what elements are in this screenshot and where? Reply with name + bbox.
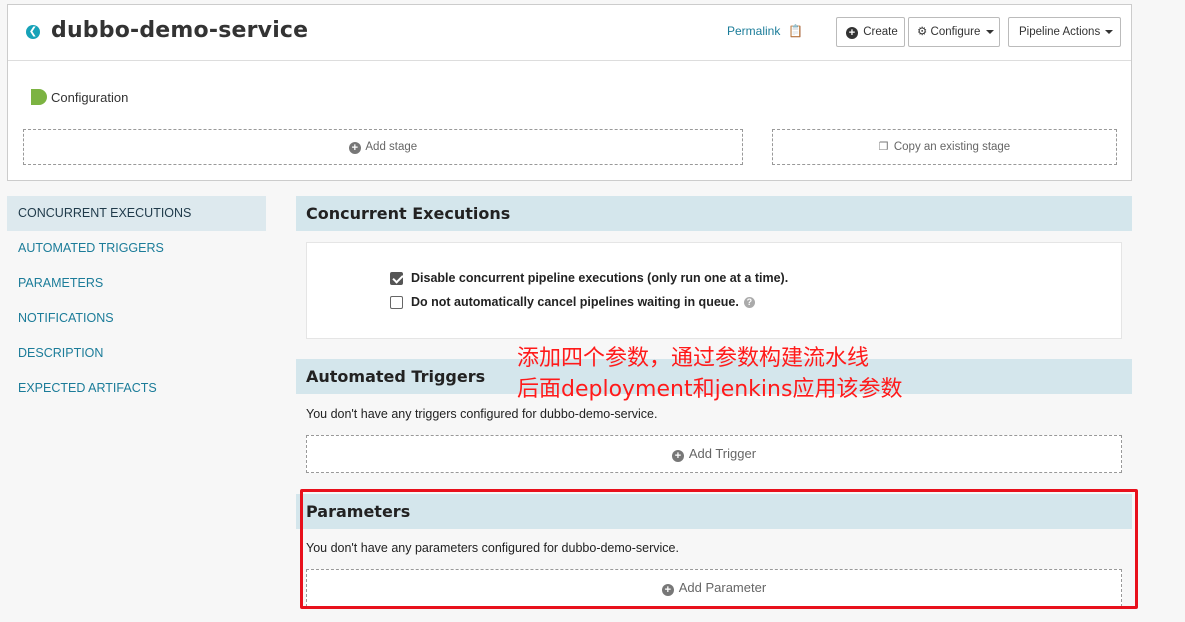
configure-button[interactable]: ⚙ Configure [908,17,1000,47]
triggers-empty-message: You don't have any triggers configured f… [306,407,658,421]
permalink-link[interactable]: Permalink [727,24,780,38]
no-cancel-queue-label: Do not automatically cancel pipelines wa… [411,295,739,309]
configuration-label: Configuration [51,89,129,105]
pipeline-header-row: ❮ dubbo-demo-service Permalink 📋 + Creat… [8,5,1131,61]
disable-concurrent-option[interactable]: Disable concurrent pipeline executions (… [390,271,788,285]
concurrent-executions-panel: Disable concurrent pipeline executions (… [306,242,1122,339]
configure-label: Configure [930,26,981,38]
pipeline-actions-button[interactable]: Pipeline Actions [1008,17,1121,47]
gear-icon: ⚙ [917,26,928,38]
copy-icon: ❐ [878,141,889,153]
sidebar-item-concurrent-executions[interactable]: CONCURRENT EXECUTIONS [7,196,266,231]
stage-node-icon [31,89,47,105]
sidebar-nav: CONCURRENT EXECUTIONS AUTOMATED TRIGGERS… [7,196,266,406]
plus-circle-icon: + [846,27,858,39]
add-stage-button[interactable]: + Add stage [23,129,743,165]
parameters-highlight-box [300,489,1138,609]
plus-circle-icon: + [348,142,361,154]
create-label: Create [863,26,898,38]
copy-stage-label: Copy an existing stage [893,141,1011,153]
concurrent-executions-heading: Concurrent Executions [296,196,1132,231]
sidebar-item-parameters[interactable]: PARAMETERS [7,266,266,301]
sidebar-item-expected-artifacts[interactable]: EXPECTED ARTIFACTS [7,371,266,406]
pipeline-actions-label: Pipeline Actions [1019,26,1101,38]
create-button[interactable]: + Create [836,17,905,47]
add-stage-label: Add stage [365,141,418,153]
plus-circle-icon: + [671,450,684,462]
no-cancel-queue-checkbox[interactable] [390,295,403,309]
no-cancel-queue-option[interactable]: Do not automatically cancel pipelines wa… [390,295,755,309]
disable-concurrent-checkbox[interactable] [390,271,403,285]
back-arrow-icon[interactable]: ❮ [26,25,40,39]
disable-concurrent-label: Disable concurrent pipeline executions (… [411,271,789,285]
red-annotation-text: 添加四个参数，通过参数构建流水线 后面deployment和jenkins应用该… [517,343,902,405]
help-question-icon[interactable]: ? [743,296,755,308]
caret-down-icon [985,29,994,34]
add-trigger-label: Add Trigger [688,446,757,461]
clipboard-icon[interactable]: 📋 [788,24,803,38]
pipeline-title: dubbo-demo-service [51,18,309,43]
caret-down-icon [1105,29,1114,34]
annotation-line-2: 后面deployment和jenkins应用该参数 [517,377,903,402]
annotation-line-1: 添加四个参数，通过参数构建流水线 [517,346,870,371]
sidebar-item-automated-triggers[interactable]: AUTOMATED TRIGGERS [7,231,266,266]
copy-stage-button[interactable]: ❐ Copy an existing stage [772,129,1117,165]
configuration-stage-node[interactable]: Configuration [31,89,128,105]
pipeline-header-panel: ❮ dubbo-demo-service Permalink 📋 + Creat… [7,4,1132,181]
add-trigger-button[interactable]: + Add Trigger [306,435,1122,473]
sidebar-item-description[interactable]: DESCRIPTION [7,336,266,371]
sidebar-item-notifications[interactable]: NOTIFICATIONS [7,301,266,336]
